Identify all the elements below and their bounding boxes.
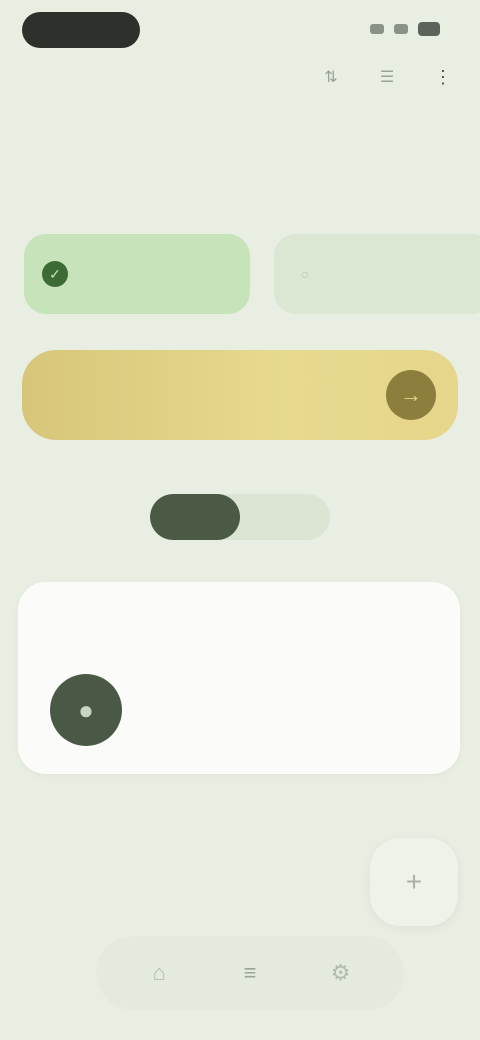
top-actions: ⇅ ☰ ⋮ — [318, 64, 456, 90]
summary-card[interactable]: ● — [18, 582, 460, 774]
arrow-right-icon[interactable]: → — [386, 370, 436, 420]
chip-active[interactable]: ✓ — [24, 234, 250, 314]
plus-icon: + — [405, 866, 423, 897]
segmented-control — [150, 494, 330, 540]
segment-option-2[interactable] — [240, 494, 330, 540]
settings-icon[interactable]: ⚙ — [320, 952, 362, 994]
status-bar — [0, 0, 480, 60]
battery-icon — [418, 22, 440, 36]
segment-option-1[interactable] — [150, 494, 240, 540]
add-button[interactable]: + — [370, 838, 458, 926]
promo-banner[interactable]: → — [22, 350, 458, 440]
status-time-pill — [22, 12, 140, 48]
wifi-icon — [394, 24, 408, 34]
circle-icon: ○ — [300, 266, 310, 282]
signal-icon — [370, 24, 384, 34]
avatar: ● — [50, 674, 122, 746]
chip-inactive[interactable]: ○ — [274, 234, 480, 314]
list-icon[interactable]: ≡ — [229, 952, 271, 994]
bottom-navigation: ⌂ ≡ ⚙ — [96, 936, 404, 1010]
status-icons — [370, 22, 440, 36]
sort-icon[interactable]: ⇅ — [318, 64, 344, 90]
more-icon[interactable]: ⋮ — [430, 64, 456, 90]
filter-icon[interactable]: ☰ — [374, 64, 400, 90]
filter-chips: ✓ ○ — [24, 234, 480, 314]
home-icon[interactable]: ⌂ — [138, 952, 180, 994]
check-icon: ✓ — [42, 261, 68, 287]
